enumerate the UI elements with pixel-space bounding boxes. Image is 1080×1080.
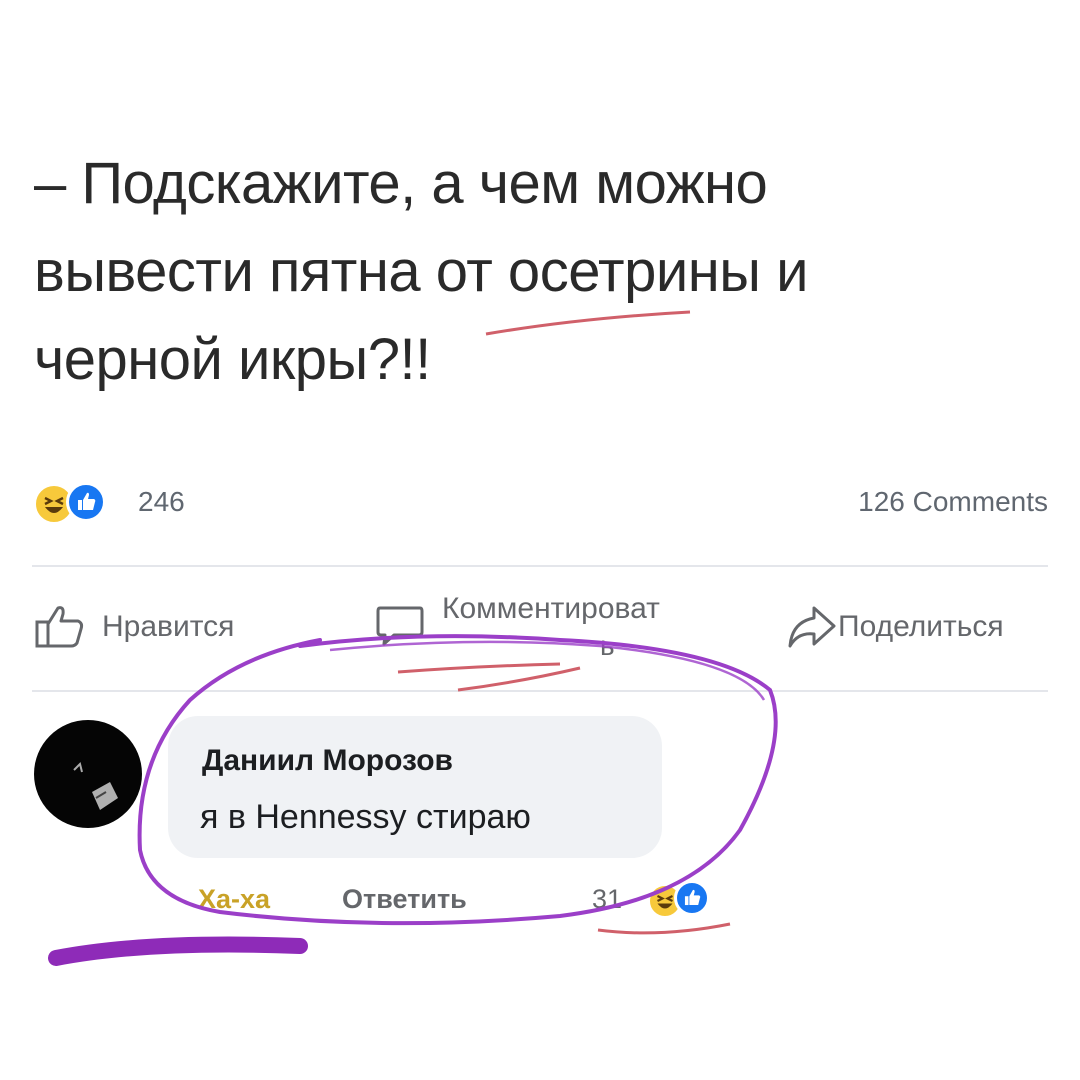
underline-mark xyxy=(457,666,581,692)
comment-actions: Ха-ха Ответить 31 xyxy=(168,870,768,930)
comments-count[interactable]: 126 Comments xyxy=(858,486,1048,518)
post-text: – Подскажите, а чем можно вывести пятна … xyxy=(34,140,1034,404)
comment-button[interactable]: Комментироват ь xyxy=(362,592,742,661)
comment-reaction-count: 31 xyxy=(592,884,623,914)
comment-haha-button[interactable]: Ха-ха xyxy=(198,884,270,915)
comment-label: Комментироват xyxy=(442,592,660,625)
comment-reaction-icons[interactable] xyxy=(648,880,738,920)
comment-reply-button[interactable]: Ответить xyxy=(342,884,467,915)
like-label: Нравится xyxy=(102,610,235,643)
post-line: – Подскажите, а чем можно xyxy=(34,151,768,216)
like-emoji-icon xyxy=(66,482,106,522)
like-emoji-icon xyxy=(674,880,710,916)
share-arrow-icon xyxy=(786,602,838,658)
divider xyxy=(32,690,1048,692)
like-button[interactable]: Нравится xyxy=(32,596,302,656)
share-button[interactable]: Поделиться xyxy=(752,596,1052,656)
post-line: вывести пятна от осетрины и xyxy=(34,239,808,304)
comment-bubble: Даниил Морозов я в Hennessy стираю xyxy=(168,716,662,858)
marker-smear xyxy=(48,936,308,966)
comment-label-overflow: ь xyxy=(600,630,615,661)
divider xyxy=(32,565,1048,567)
comment-text: я в Hennessy стираю xyxy=(200,798,531,836)
reaction-icons xyxy=(32,482,122,524)
avatar[interactable] xyxy=(34,720,142,828)
thumbs-up-icon xyxy=(34,602,86,658)
comment-bubble-icon xyxy=(374,602,426,658)
comment-author[interactable]: Даниил Морозов xyxy=(202,744,453,778)
reactions-summary[interactable]: 246 126 Comments xyxy=(32,478,1048,528)
post-actions: Нравится Комментироват ь Поделиться xyxy=(32,592,1048,666)
share-label: Поделиться xyxy=(838,610,1004,643)
post-line: черной икры?!! xyxy=(34,327,431,392)
reaction-count: 246 xyxy=(138,486,185,517)
